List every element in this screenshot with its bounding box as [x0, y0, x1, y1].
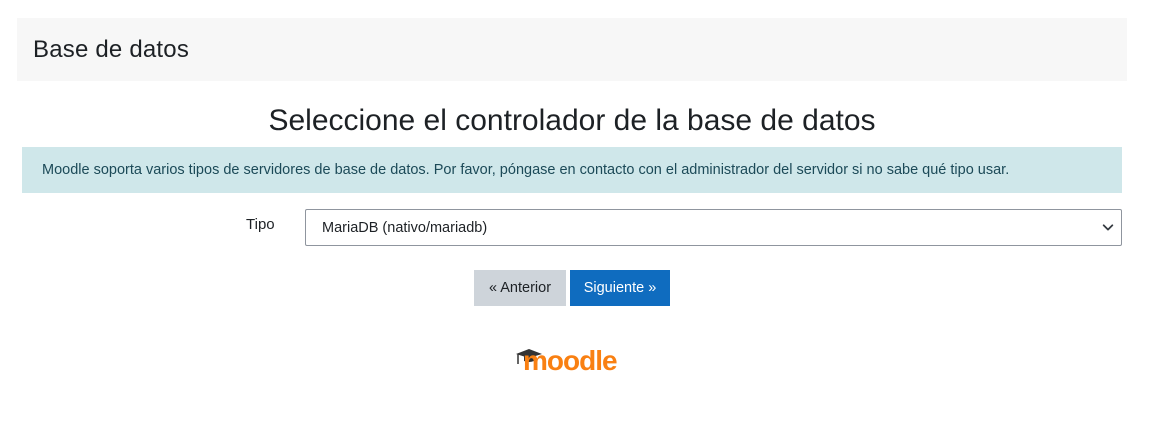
info-alert-text: Moodle soporta varios tipos de servidore… [42, 162, 1010, 178]
moodle-logo-text: moodle [523, 345, 617, 376]
chevron-down-icon [1102, 224, 1114, 231]
page-title: Seleccione el controlador de la base de … [268, 104, 876, 137]
previous-button[interactable]: « Anterior [474, 270, 566, 306]
database-type-select[interactable]: MariaDB (nativo/mariadb) [305, 209, 1122, 246]
next-button[interactable]: Siguiente » [570, 270, 670, 306]
info-alert: Moodle soporta varios tipos de servidore… [22, 147, 1122, 193]
database-type-selected-value: MariaDB (nativo/mariadb) [322, 219, 488, 236]
install-page: Base de datos Seleccione el controlador … [0, 0, 1164, 422]
type-label: Tipo [246, 216, 275, 233]
moodle-logo: moodle [516, 345, 618, 376]
page-header: Base de datos [17, 18, 1127, 81]
header-title: Base de datos [33, 35, 190, 63]
